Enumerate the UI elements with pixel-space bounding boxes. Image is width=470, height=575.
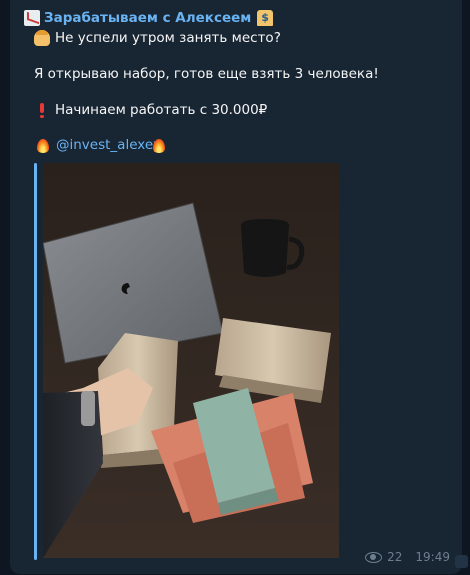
coffee-mug — [241, 219, 289, 277]
post-line-2: Я открываю набор, готов еще взять 3 чело… — [34, 66, 379, 82]
exclamation-emoji-icon — [34, 102, 50, 118]
post-photo[interactable] — [43, 163, 339, 558]
fire-emoji-icon — [152, 137, 166, 153]
view-count: 22 — [387, 550, 403, 564]
share-button[interactable] — [455, 555, 468, 568]
post-line-1: Не успели утром занять место? — [55, 30, 281, 46]
message-meta: 22 19:49 — [365, 550, 450, 564]
chart-emoji-icon — [24, 10, 40, 26]
message-time: 19:49 — [415, 550, 450, 564]
fire-emoji-icon — [36, 137, 50, 153]
channel-name[interactable]: Зарабатываем с Алексеем — [44, 10, 251, 26]
channel-header[interactable]: Зарабатываем с Алексеем — [24, 8, 274, 28]
quote-bar — [34, 163, 37, 560]
watch — [81, 391, 95, 426]
post-line-3: Начинаем работать с 30.000₽ — [55, 102, 268, 118]
bank-emoji-icon — [257, 10, 274, 26]
worker-emoji-icon — [34, 30, 50, 46]
eye-icon — [365, 551, 383, 563]
handle-link[interactable]: @invest_alexey — [56, 137, 161, 153]
